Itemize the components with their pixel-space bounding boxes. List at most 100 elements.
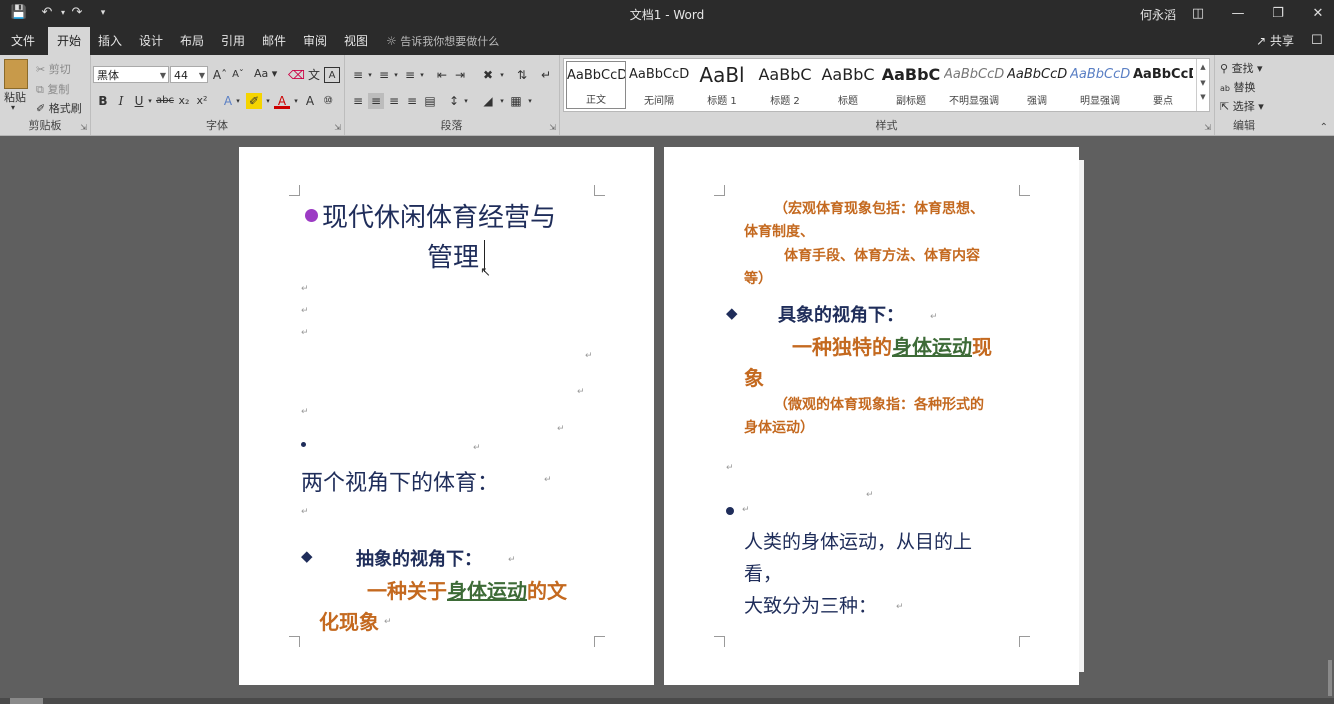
- style-subtitle[interactable]: AaBbC 副标题: [881, 61, 941, 109]
- styles-scroll[interactable]: ▲ ▼ ▼: [1196, 59, 1209, 111]
- style-intense-emphasis[interactable]: AaBbCcDc 明显强调: [1070, 61, 1130, 109]
- comments-icon[interactable]: ☐: [1302, 27, 1332, 55]
- horizontal-scroll-thumb[interactable]: [10, 698, 43, 704]
- character-border-icon[interactable]: A: [324, 67, 340, 83]
- body-line1: 人类的身体运动，从目的上: [744, 531, 973, 553]
- line-spacing-dropdown-icon[interactable]: ▾: [458, 93, 474, 109]
- tab-insert[interactable]: 插入: [89, 27, 131, 55]
- phonetic-guide-icon[interactable]: 文: [306, 67, 322, 83]
- paragraph-mark: ↵: [557, 424, 565, 434]
- paste-icon[interactable]: [4, 59, 28, 89]
- corner-mark: [714, 185, 725, 196]
- user-name[interactable]: 何永滔: [1140, 6, 1176, 23]
- style-emphasis[interactable]: AaBbCcDc 强调: [1007, 61, 1067, 109]
- font-launcher-icon[interactable]: ⇲: [334, 123, 341, 132]
- shrink-font-icon[interactable]: Aˇ: [230, 67, 246, 83]
- cut-button[interactable]: ✂ 剪切: [36, 61, 71, 77]
- enclose-characters-icon[interactable]: ⑩: [320, 93, 336, 109]
- micro-note-line2: 身体运动）: [744, 420, 814, 436]
- grow-font-icon[interactable]: Aˆ: [212, 67, 228, 83]
- scroll-up-icon[interactable]: ▲: [1197, 63, 1209, 71]
- italic-icon[interactable]: I: [113, 93, 129, 109]
- find-label: 查找: [1231, 62, 1254, 75]
- tab-review[interactable]: 审阅: [294, 27, 336, 55]
- bold-icon[interactable]: B: [95, 93, 111, 109]
- tab-design[interactable]: 设计: [130, 27, 172, 55]
- copy-button[interactable]: ⧉ 复制: [36, 81, 69, 97]
- multilevel-dropdown-icon[interactable]: ▾: [414, 67, 430, 83]
- font-size-combo[interactable]: 44 ▼: [170, 66, 208, 83]
- style-strong[interactable]: AaBbCcD 要点: [1133, 61, 1193, 109]
- scroll-down-icon[interactable]: ▼: [1197, 79, 1209, 87]
- align-left-icon[interactable]: ≡: [350, 93, 366, 109]
- style-title[interactable]: AaBbC 标题: [818, 61, 878, 109]
- style-name: 正文: [586, 95, 606, 106]
- align-right-icon[interactable]: ≡: [386, 93, 402, 109]
- bullet-icon: [301, 442, 306, 447]
- styles-gallery: AaBbCcDc 正文 AaBbCcDc 无间隔 AaBl 标题 1 AaBbC…: [563, 58, 1210, 112]
- style-no-spacing[interactable]: AaBbCcDc 无间隔: [629, 61, 689, 109]
- micro-note-line1: （微观的体育现象指：各种形式的: [774, 397, 984, 413]
- borders-dropdown-icon[interactable]: ▾: [522, 93, 538, 109]
- style-heading-2[interactable]: AaBbC 标题 2: [755, 61, 815, 109]
- format-painter-button[interactable]: ✐ 格式刷: [36, 100, 82, 116]
- horizontal-scrollbar[interactable]: [0, 698, 1334, 704]
- find-button[interactable]: ⚲ 查找 ▾: [1220, 60, 1263, 76]
- mouse-pointer-icon: ↖: [480, 265, 491, 280]
- tab-references[interactable]: 引用: [212, 27, 254, 55]
- text-effects-dropdown-icon[interactable]: ▾: [230, 93, 246, 109]
- style-sample: AaBbC: [881, 65, 941, 84]
- replace-label: 替换: [1233, 81, 1256, 94]
- style-name: 要点: [1153, 96, 1173, 107]
- share-button[interactable]: ↗ 共享: [1256, 27, 1294, 55]
- paragraph-launcher-icon[interactable]: ⇲: [549, 123, 556, 132]
- asian-layout-dropdown-icon[interactable]: ▾: [494, 67, 510, 83]
- superscript-icon[interactable]: x²: [194, 93, 210, 109]
- tab-view[interactable]: 视图: [335, 27, 377, 55]
- font-name-combo[interactable]: 黑体 ▼: [93, 66, 169, 83]
- styles-launcher-icon[interactable]: ⇲: [1204, 123, 1211, 132]
- more-styles-icon[interactable]: ▼: [1197, 93, 1209, 101]
- clear-formatting-icon[interactable]: ⌫: [288, 67, 305, 83]
- page-1[interactable]: 现代休闲体育经营与 管理 ↖ ↵ ↵ ↵ ↵ ↵ ↵ ↵ ↵ 两个视角下的体育：…: [239, 147, 654, 685]
- sort-icon[interactable]: ⇅: [514, 67, 530, 83]
- paragraph-mark: ↵: [544, 475, 552, 485]
- tab-home[interactable]: 开始: [48, 27, 91, 55]
- paragraph-mark: ↵: [866, 490, 874, 500]
- align-center-icon[interactable]: ≡: [368, 93, 384, 109]
- style-normal[interactable]: AaBbCcDc 正文: [566, 61, 626, 109]
- collapse-ribbon-icon[interactable]: ⌃: [1320, 122, 1328, 133]
- paste-dropdown-icon[interactable]: ▾: [11, 103, 15, 112]
- tab-layout[interactable]: 布局: [171, 27, 213, 55]
- editing-group: ⚲ 查找 ▾ ab 替换 ⇱ 选择 ▾ 编辑: [1214, 55, 1274, 135]
- restore-button[interactable]: ❐: [1258, 0, 1298, 27]
- tab-file[interactable]: 文件: [2, 27, 44, 55]
- increase-indent-icon[interactable]: ⇥: [452, 67, 468, 83]
- replace-button[interactable]: ab 替换: [1220, 79, 1255, 95]
- decrease-indent-icon[interactable]: ⇤: [434, 67, 450, 83]
- distributed-icon[interactable]: ▤: [422, 93, 438, 109]
- brush-icon: ✐: [36, 102, 46, 115]
- subscript-icon[interactable]: x₂: [176, 93, 192, 109]
- character-shading-icon[interactable]: A: [302, 93, 318, 109]
- select-button[interactable]: ⇱ 选择 ▾: [1220, 98, 1264, 114]
- cursor-icon: ⇱: [1220, 100, 1230, 113]
- strikethrough-icon[interactable]: abc: [156, 93, 174, 109]
- cut-label: 剪切: [48, 63, 71, 76]
- ribbon-display-options-icon[interactable]: ◫: [1178, 0, 1218, 27]
- tab-mailings[interactable]: 邮件: [253, 27, 295, 55]
- style-heading-1[interactable]: AaBl 标题 1: [692, 61, 752, 109]
- desc-pre: 一种独特的: [792, 335, 892, 359]
- description-line2: 化现象: [319, 610, 379, 634]
- style-subtle-emphasis[interactable]: AaBbCcDc 不明显强调: [944, 61, 1004, 109]
- justify-icon[interactable]: ≡: [404, 93, 420, 109]
- change-case-button[interactable]: Aa ▾: [254, 67, 277, 80]
- close-button[interactable]: ✕: [1298, 0, 1334, 27]
- vertical-scroll-thumb[interactable]: [1328, 660, 1332, 696]
- clipboard-launcher-icon[interactable]: ⇲: [80, 123, 87, 132]
- paragraph-mark: ↵: [508, 555, 516, 565]
- page-2[interactable]: （宏观体育现象包括：体育思想、 体育制度、 体育手段、体育方法、体育内容 等） …: [664, 147, 1079, 685]
- tell-me-box[interactable]: ☼ 告诉我你想要做什么: [386, 27, 499, 55]
- show-marks-icon[interactable]: ↵: [538, 67, 554, 83]
- minimize-button[interactable]: —: [1218, 0, 1258, 27]
